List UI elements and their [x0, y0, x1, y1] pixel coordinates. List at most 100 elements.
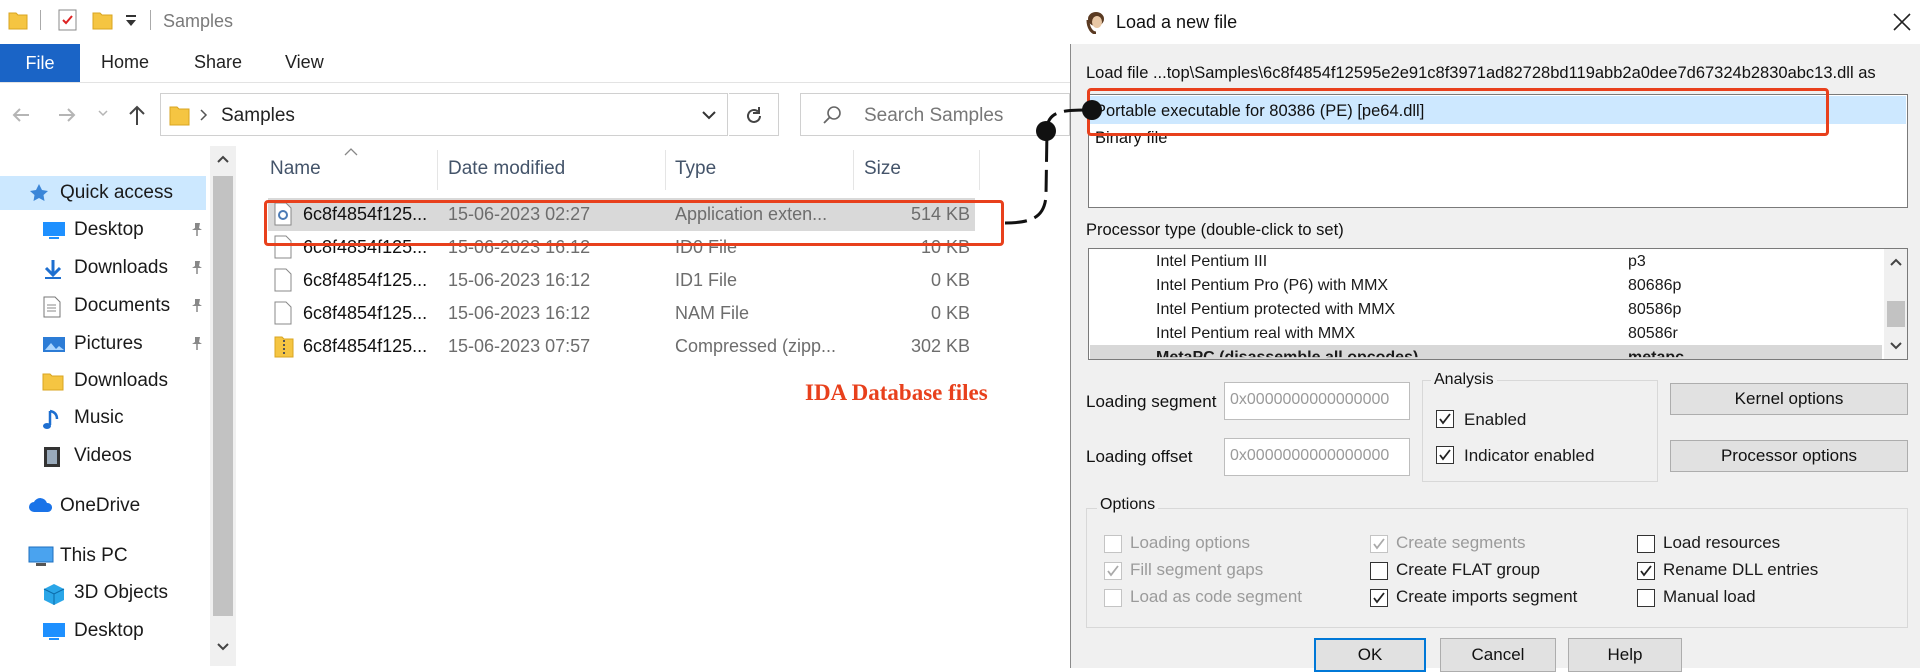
manual-load-checkbox[interactable]: [1637, 589, 1655, 607]
annotation-connector: [1004, 100, 1102, 225]
indicator-enabled-checkbox[interactable]: [1436, 446, 1454, 464]
processor-name[interactable]: Intel Pentium protected with MMX: [1156, 301, 1395, 319]
search-icon: [821, 104, 843, 126]
search-placeholder: Search Samples: [864, 105, 1004, 126]
table-row[interactable]: 6c8f4854f125... 15-06-2023 16:12 NAM File 0…: [268, 297, 975, 330]
kernel-options-button[interactable]: Kernel options: [1670, 383, 1908, 415]
file-type: ID1 File: [675, 270, 738, 290]
folder-icon: [169, 103, 191, 127]
rename-dll-entries-label[interactable]: Rename DLL entries: [1663, 560, 1818, 580]
loading-offset-field[interactable]: 0x0000000000000000: [1224, 438, 1410, 476]
load-as-code-segment-label: Load as code segment: [1130, 587, 1303, 606]
sidebar-item-this-pc[interactable]: This PC: [0, 539, 206, 573]
properties-checklist-icon[interactable]: [58, 9, 78, 31]
new-folder-icon[interactable]: [92, 9, 114, 31]
sidebar-item-documents[interactable]: Documents: [0, 289, 206, 323]
ribbon-tab-view[interactable]: View: [285, 52, 324, 73]
create-flat-group-checkbox[interactable]: [1370, 562, 1388, 580]
rename-dll-entries-checkbox[interactable]: [1637, 562, 1655, 580]
sidebar-item-quick-access[interactable]: Quick access: [0, 176, 206, 210]
sidebar-item-downloads[interactable]: Downloads: [0, 364, 206, 398]
back-arrow-icon[interactable]: [10, 104, 32, 126]
create-imports-segment-label[interactable]: Create imports segment: [1396, 587, 1577, 607]
sidebar-item-pictures[interactable]: Pictures: [0, 327, 206, 361]
file-name: 6c8f4854f125...: [303, 303, 428, 323]
column-header-date-modified[interactable]: Date modified: [448, 158, 565, 180]
quick-access-folder-icon[interactable]: [8, 9, 28, 31]
column-separator[interactable]: [437, 150, 438, 190]
nav-scrollbar[interactable]: [210, 146, 236, 666]
ribbon-tab-share[interactable]: Share: [194, 52, 242, 73]
breadcrumb-separator-icon[interactable]: [199, 108, 209, 122]
ribbon-tab-home[interactable]: Home: [101, 52, 149, 73]
customize-toolbar-dropdown-icon[interactable]: [124, 12, 138, 28]
ribbon-divider: [0, 82, 1070, 83]
manual-load-label[interactable]: Manual load: [1663, 587, 1756, 607]
cancel-button[interactable]: Cancel: [1440, 638, 1556, 672]
dialog-title: Load a new file: [1116, 12, 1238, 32]
processor-name[interactable]: Intel Pentium Pro (P6) with MMX: [1156, 277, 1388, 295]
load-as-code-segment-checkbox: [1104, 589, 1122, 607]
breadcrumb[interactable]: Samples: [221, 105, 295, 127]
column-header-size[interactable]: Size: [864, 158, 901, 180]
desktop-icon: [42, 220, 65, 240]
options-group-label: Options: [1097, 496, 1159, 514]
ribbon-tab-file[interactable]: File: [0, 44, 80, 82]
nav-scroll-thumb[interactable]: [213, 176, 233, 616]
dialog-title-bar[interactable]: Load a new file: [1070, 0, 1920, 44]
refresh-button[interactable]: [729, 93, 779, 136]
load-resources-checkbox[interactable]: [1637, 535, 1655, 553]
sidebar-item-downloads[interactable]: Downloads: [0, 251, 206, 285]
processor-code: 80586r: [1628, 325, 1678, 342]
loading-options-label: Loading options: [1130, 533, 1251, 552]
sidebar-item-onedrive[interactable]: OneDrive: [0, 489, 206, 523]
processor-name[interactable]: Intel Pentium III: [1156, 253, 1267, 271]
ok-button[interactable]: OK: [1314, 638, 1426, 672]
sidebar-item-desktop[interactable]: Desktop: [0, 213, 206, 247]
fill-segment-gaps-checkbox: [1104, 562, 1122, 580]
recent-locations-chevron-icon[interactable]: [97, 108, 109, 118]
column-separator[interactable]: [853, 150, 854, 190]
sidebar-item-label: 3D Objects: [74, 582, 168, 603]
forward-arrow-icon[interactable]: [56, 104, 78, 126]
file-date: 15-06-2023 07:57: [448, 336, 591, 356]
column-separator[interactable]: [979, 150, 980, 190]
zip-folder-icon: [274, 334, 294, 358]
load-resources-label[interactable]: Load resources: [1663, 533, 1780, 553]
processor-scrollbar[interactable]: [1884, 249, 1907, 359]
table-row[interactable]: 6c8f4854f125... 15-06-2023 16:12 ID1 File 0…: [268, 264, 975, 297]
analysis-enabled-checkbox[interactable]: [1436, 410, 1454, 428]
sidebar-item-desktop[interactable]: Desktop: [0, 614, 206, 648]
sidebar-item-label: Downloads: [74, 370, 168, 391]
address-history-chevron-icon[interactable]: [701, 110, 717, 122]
processor-code: 80586p: [1628, 301, 1682, 318]
processor-options-button[interactable]: Processor options: [1670, 440, 1908, 472]
sidebar-item-music[interactable]: Music: [0, 401, 206, 435]
fill-segment-gaps-label: Fill segment gaps: [1130, 560, 1264, 579]
file-name: 6c8f4854f125...: [303, 336, 428, 356]
analysis-enabled-label[interactable]: Enabled: [1464, 410, 1526, 430]
scroll-up-arrow-icon[interactable]: [216, 154, 230, 164]
create-flat-group-label[interactable]: Create FLAT group: [1396, 560, 1540, 580]
scroll-up-arrow-icon[interactable]: [1889, 257, 1903, 267]
sidebar-item-3d-objects[interactable]: 3D Objects: [0, 576, 206, 610]
cloud-icon: [28, 496, 53, 516]
processor-scroll-thumb[interactable]: [1887, 301, 1905, 327]
scroll-down-arrow-icon[interactable]: [216, 642, 230, 652]
sidebar-item-videos[interactable]: Videos: [0, 439, 206, 473]
loading-segment-field[interactable]: 0x0000000000000000: [1224, 382, 1410, 420]
scroll-down-arrow-icon[interactable]: [1889, 341, 1903, 351]
column-header-name[interactable]: Name: [270, 158, 321, 180]
up-arrow-icon[interactable]: [126, 103, 148, 127]
column-header-type[interactable]: Type: [675, 158, 716, 180]
column-separator[interactable]: [665, 150, 666, 190]
processor-name[interactable]: Intel Pentium real with MMX: [1156, 325, 1355, 343]
table-row[interactable]: 6c8f4854f125... 15-06-2023 07:57 Compresse…: [268, 330, 975, 363]
checkmark-icon: [1640, 565, 1652, 577]
help-button[interactable]: Help: [1568, 638, 1682, 672]
create-imports-segment-checkbox[interactable]: [1370, 589, 1388, 607]
desktop-icon: [42, 621, 65, 641]
indicator-enabled-label[interactable]: Indicator enabled: [1464, 446, 1594, 466]
close-icon[interactable]: [1892, 12, 1912, 32]
address-bar[interactable]: Samples: [160, 93, 728, 136]
